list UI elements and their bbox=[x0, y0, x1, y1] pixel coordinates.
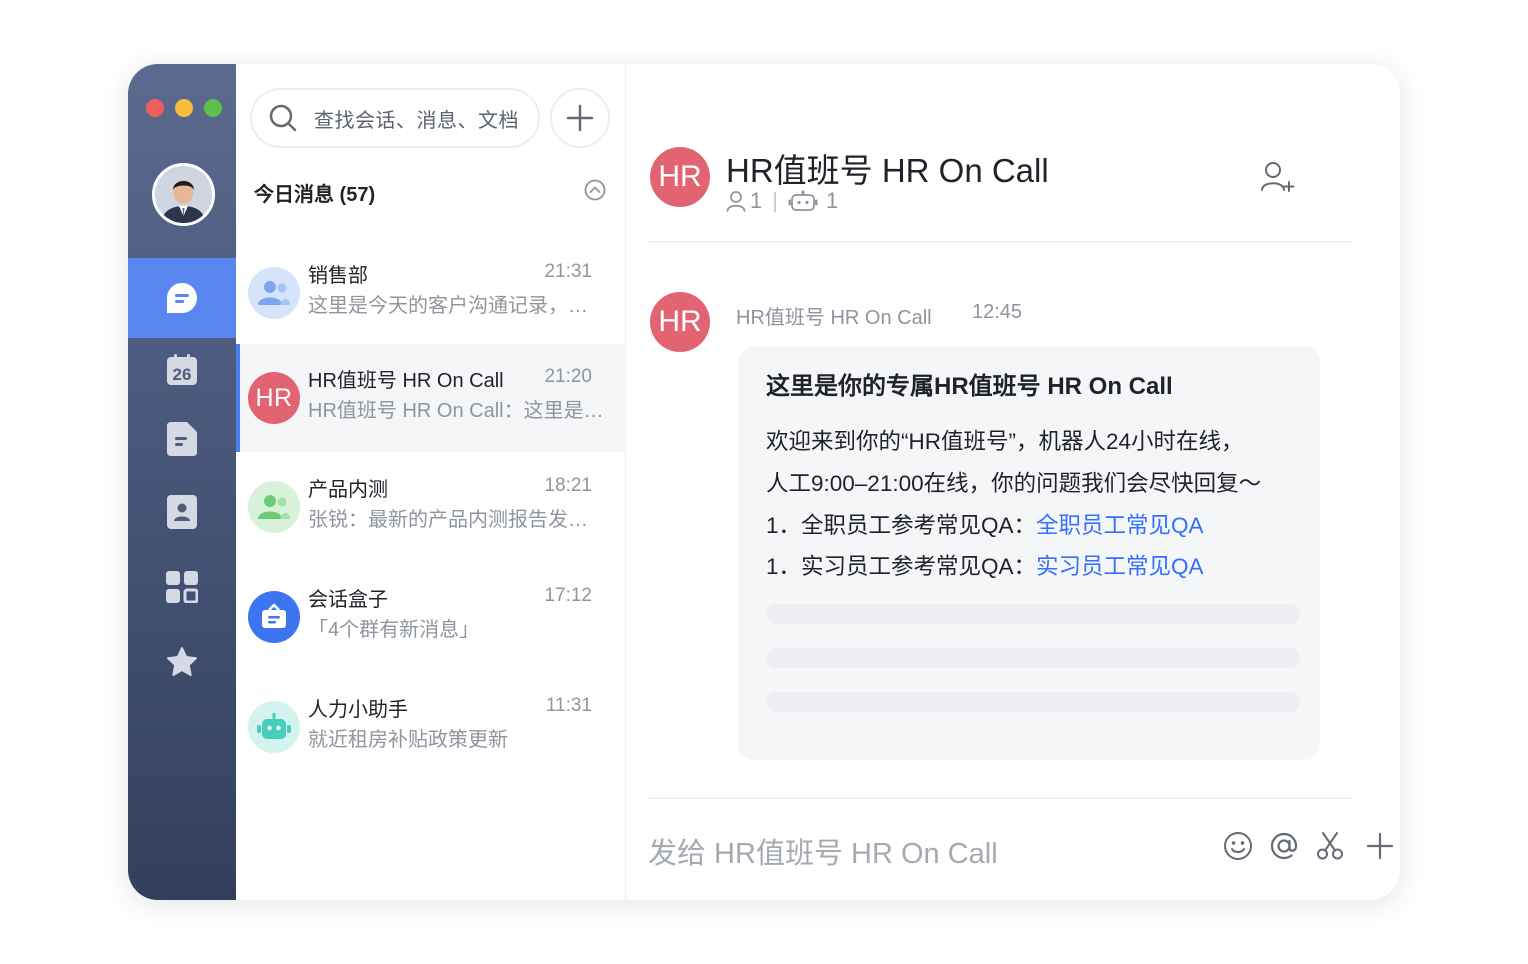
conversation-item[interactable]: 产品内测 18:21 张锐：最新的产品内测报告发… bbox=[236, 453, 626, 561]
conversation-list-panel: 查找会话、消息、文档 今日消息 (57) 销售部 21:31 这里是今天的客户沟… bbox=[236, 64, 626, 900]
add-button[interactable] bbox=[550, 88, 610, 148]
chat-box-avatar bbox=[248, 591, 300, 643]
emoji-button[interactable] bbox=[1222, 830, 1254, 862]
conversation-name: HR值班号 HR On Call bbox=[308, 370, 504, 392]
message-input[interactable]: 发给 HR值班号 HR On Call bbox=[648, 830, 998, 872]
add-member-icon[interactable] bbox=[1260, 160, 1296, 192]
chat-box-icon bbox=[262, 603, 286, 628]
conversation-item[interactable]: 会话盒子 17:12 「4个群有新消息」 bbox=[236, 563, 626, 671]
composer-divider bbox=[648, 797, 1352, 799]
app-window: 26 查找会话、消息、文档 今日消息 (57) 销售部 21:31 这里是今天的… bbox=[128, 64, 1400, 900]
conversation-name: 人力小助手 bbox=[308, 699, 408, 721]
group-icon bbox=[258, 281, 290, 305]
conversation-preview: HR值班号 HR On Call：这里是… bbox=[308, 400, 604, 422]
plus-icon bbox=[566, 104, 594, 132]
active-indicator bbox=[236, 344, 240, 452]
conversation-preview: 就近租房补贴政策更新 bbox=[308, 729, 508, 751]
group-avatar bbox=[248, 481, 300, 533]
scissors-icon bbox=[1317, 832, 1343, 860]
svg-text:26: 26 bbox=[173, 365, 192, 384]
conversation-name: 销售部 bbox=[308, 265, 368, 287]
conversation-time: 17:12 bbox=[544, 585, 592, 606]
group-avatar bbox=[248, 267, 300, 319]
mention-icon bbox=[1270, 832, 1298, 860]
conversation-preview: 张锐：最新的产品内测报告发… bbox=[308, 509, 588, 531]
search-placeholder: 查找会话、消息、文档 bbox=[314, 109, 519, 132]
nav-favorites[interactable] bbox=[128, 642, 236, 682]
intern-qa-link[interactable]: 实习员工常见QA bbox=[1036, 554, 1204, 579]
robot-avatar bbox=[248, 701, 300, 753]
search-icon bbox=[269, 104, 297, 132]
list-item-prefix: 1．实习员工参考常见QA： bbox=[766, 554, 1037, 579]
bot-count: 1 bbox=[825, 188, 839, 213]
avatar-text: HR bbox=[255, 383, 293, 412]
skeleton-line bbox=[766, 648, 1300, 668]
message-sender: HR值班号 HR On Call bbox=[736, 307, 932, 329]
conversation-time: 21:20 bbox=[544, 366, 592, 387]
message-avatar[interactable]: HR bbox=[650, 292, 710, 352]
nav-apps[interactable] bbox=[128, 567, 236, 607]
card-list-item: 1．全职员工参考常见QA：全职员工常见QA bbox=[766, 508, 1204, 540]
calendar-icon: 26 bbox=[167, 354, 197, 385]
hr-avatar: HR bbox=[248, 372, 300, 424]
conversation-time: 11:31 bbox=[545, 695, 592, 716]
chat-icon bbox=[167, 283, 197, 313]
group-icon bbox=[258, 495, 290, 519]
section-title: 今日消息 (57) bbox=[254, 184, 376, 206]
conversation-item[interactable]: HR HR值班号 HR On Call 21:20 HR值班号 HR On Ca… bbox=[236, 344, 626, 452]
minimize-window-button[interactable] bbox=[175, 99, 193, 117]
close-window-button[interactable] bbox=[146, 99, 164, 117]
nav-calendar[interactable]: 26 bbox=[128, 350, 236, 390]
chat-panel: HR HR值班号 HR On Call 1 | 1 HR HR值班号 HR On… bbox=[626, 64, 1400, 900]
skeleton-line bbox=[766, 692, 1300, 712]
nav-contacts[interactable] bbox=[128, 492, 236, 532]
conversation-item[interactable]: 人力小助手 11:31 就近租房补贴政策更新 bbox=[236, 673, 626, 781]
conversation-name: 会话盒子 bbox=[308, 589, 388, 611]
conversation-preview: 「4个群有新消息」 bbox=[308, 619, 480, 641]
card-title: 这里是你的专属HR值班号 HR On Call bbox=[766, 373, 1173, 400]
apps-grid-icon bbox=[166, 571, 198, 603]
zoom-window-button[interactable] bbox=[204, 99, 222, 117]
star-icon bbox=[167, 647, 197, 676]
plus-icon bbox=[1366, 832, 1394, 860]
contacts-icon bbox=[167, 495, 197, 529]
mention-button[interactable] bbox=[1268, 830, 1300, 862]
card-list-item: 1．实习员工参考常见QA：实习员工常见QA bbox=[766, 549, 1204, 581]
nav-rail: 26 bbox=[128, 64, 236, 900]
avatar-text: HR bbox=[658, 160, 702, 193]
message-card: 这里是你的专属HR值班号 HR On Call 欢迎来到你的“HR值班号”，机器… bbox=[738, 346, 1320, 760]
more-attachments-button[interactable] bbox=[1364, 830, 1396, 862]
user-avatar[interactable] bbox=[152, 163, 215, 226]
skeleton-line bbox=[766, 604, 1300, 624]
avatar-text: HR bbox=[658, 305, 702, 338]
collapse-section-icon[interactable] bbox=[584, 179, 606, 201]
list-item-prefix: 1．全职员工参考常见QA： bbox=[766, 513, 1037, 538]
fulltime-qa-link[interactable]: 全职员工常见QA bbox=[1036, 513, 1204, 538]
robot-icon bbox=[257, 713, 291, 739]
chat-title: HR值班号 HR On Call bbox=[726, 152, 1049, 189]
emoji-icon bbox=[1224, 832, 1252, 860]
nav-chat[interactable] bbox=[128, 258, 236, 338]
conversation-time: 21:31 bbox=[544, 261, 592, 282]
conversation-item[interactable]: 销售部 21:31 这里是今天的客户沟通记录，… bbox=[236, 239, 626, 347]
card-text-line: 欢迎来到你的“HR值班号”，机器人24小时在线， bbox=[766, 429, 1244, 454]
screenshot-button[interactable] bbox=[1314, 830, 1346, 862]
search-box[interactable]: 查找会话、消息、文档 bbox=[250, 88, 540, 148]
chat-header-avatar[interactable]: HR bbox=[650, 147, 710, 207]
document-icon bbox=[167, 422, 197, 456]
meta-separator: | bbox=[772, 188, 778, 213]
member-count: 1 bbox=[750, 188, 763, 213]
conversation-preview: 这里是今天的客户沟通记录，… bbox=[308, 295, 588, 317]
card-text-line: 人工9:00–21:00在线，你的问题我们会尽快回复～ bbox=[766, 471, 1262, 496]
chat-meta: 1 | 1 bbox=[726, 188, 838, 214]
conversation-name: 产品内测 bbox=[308, 479, 388, 501]
bot-icon[interactable] bbox=[788, 190, 818, 212]
nav-docs[interactable] bbox=[128, 419, 236, 459]
member-icon[interactable] bbox=[726, 190, 746, 212]
message-time: 12:45 bbox=[972, 301, 1023, 323]
conversation-time: 18:21 bbox=[544, 475, 592, 496]
header-divider bbox=[648, 241, 1352, 243]
